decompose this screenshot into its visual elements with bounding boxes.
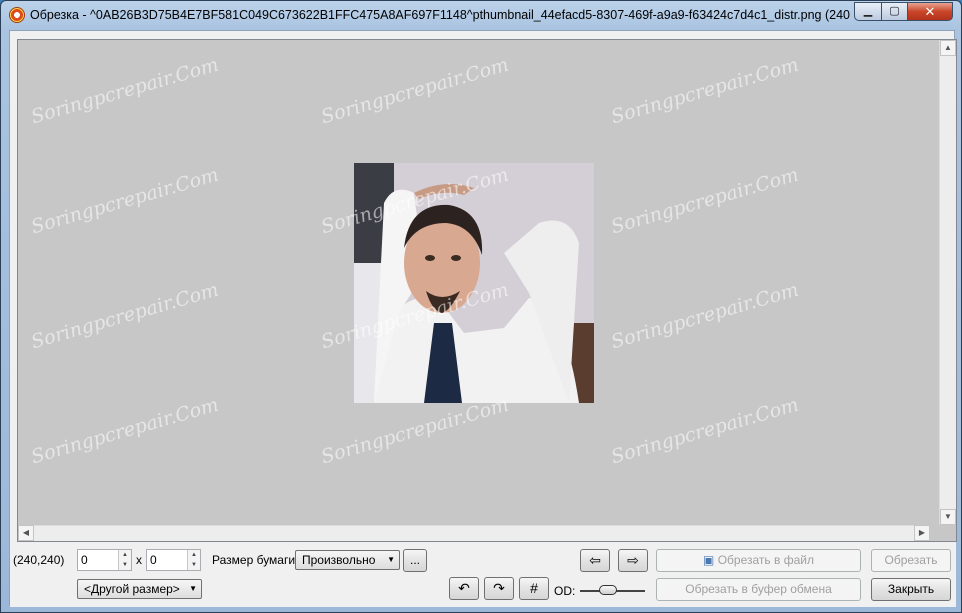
watermark: Soringpcrepair.Com <box>608 393 802 469</box>
close-label: Закрыть <box>887 582 935 596</box>
rotate-right-icon: ↷ <box>493 580 505 596</box>
rotate-left-button[interactable]: ↶ <box>449 577 479 600</box>
width-spinbox[interactable]: 0 ▲ ▼ <box>77 549 132 571</box>
window-title: Обрезка - ^0AB26B3D75B4E7BF581C049C67362… <box>30 8 850 22</box>
photo-illustration <box>354 163 594 403</box>
minimize-button[interactable]: ▁ <box>854 2 882 21</box>
canvas[interactable]: Soringpcrepair.Com Soringpcrepair.Com So… <box>18 40 930 525</box>
watermark: Soringpcrepair.Com <box>318 393 512 469</box>
crop-label: Обрезать <box>884 553 938 567</box>
scroll-left-icon[interactable]: ◀ <box>18 525 34 541</box>
crop-button[interactable]: Обрезать <box>871 549 951 572</box>
vertical-scrollbar[interactable]: ▲ ▼ <box>939 40 956 525</box>
close-icon: ✕ <box>924 4 936 19</box>
crop-to-file-button[interactable]: ▣ Обрезать в файл <box>656 549 861 572</box>
watermark: Soringpcrepair.Com <box>318 53 512 129</box>
watermark: Soringpcrepair.Com <box>608 278 802 354</box>
watermark: Soringpcrepair.Com <box>28 278 222 354</box>
maximize-button[interactable]: ▢ <box>881 2 908 21</box>
watermark: Soringpcrepair.Com <box>608 53 802 129</box>
paper-size-select[interactable]: Произвольно ▼ <box>295 550 400 570</box>
controls-panel: (240,240) 0 ▲ ▼ x 0 ▲ ▼ Размер бумаги: П… <box>10 542 956 607</box>
od-slider-thumb[interactable] <box>598 585 617 595</box>
width-up-icon[interactable]: ▲ <box>118 550 131 560</box>
grid-icon: # <box>530 580 538 596</box>
horizontal-scrollbar[interactable]: ◀ ▶ <box>18 525 930 541</box>
scroll-down-icon[interactable]: ▼ <box>940 509 956 525</box>
minimize-icon: ▁ <box>863 5 873 17</box>
close-window-button[interactable]: ✕ <box>907 2 953 21</box>
paper-size-label: Размер бумаги: <box>212 553 299 567</box>
paper-size-value: Произвольно <box>302 553 376 567</box>
rotate-left-icon: ↶ <box>458 580 470 596</box>
paper-size-more-button[interactable]: ... <box>403 549 427 572</box>
image-size-label: (240,240) <box>13 553 65 567</box>
width-down-icon[interactable]: ▼ <box>118 560 131 570</box>
prev-image-button[interactable]: ⇦ <box>580 549 610 572</box>
watermark: Soringpcrepair.Com <box>28 53 222 129</box>
maximize-icon: ▢ <box>889 5 900 17</box>
watermark: Soringpcrepair.Com <box>28 163 222 239</box>
image-viewport: Soringpcrepair.Com Soringpcrepair.Com So… <box>17 39 957 542</box>
other-size-select[interactable]: <Другой размер> ▼ <box>77 579 202 599</box>
other-size-value: <Другой размер> <box>84 582 180 596</box>
chevron-down-icon: ▼ <box>387 555 395 564</box>
floppy-disk-icon: ▣ <box>703 553 715 567</box>
grid-toggle-button[interactable]: # <box>519 577 549 600</box>
height-spinbox[interactable]: 0 ▲ ▼ <box>146 549 201 571</box>
height-up-icon[interactable]: ▲ <box>187 550 200 560</box>
crop-to-clipboard-label: Обрезать в буфер обмена <box>685 582 832 596</box>
height-down-icon[interactable]: ▼ <box>187 560 200 570</box>
arrow-right-icon: ⇨ <box>627 552 639 568</box>
scroll-right-icon[interactable]: ▶ <box>914 525 930 541</box>
od-label: OD: <box>554 584 576 598</box>
arrow-left-icon: ⇦ <box>589 552 601 568</box>
more-button-label: ... <box>409 553 420 567</box>
crop-to-clipboard-button[interactable]: Обрезать в буфер обмена <box>656 578 861 601</box>
watermark: Soringpcrepair.Com <box>28 393 222 469</box>
crop-window: Обрезка - ^0AB26B3D75B4E7BF581C049C67362… <box>0 0 962 613</box>
app-icon <box>9 7 25 23</box>
title-bar[interactable]: Обрезка - ^0AB26B3D75B4E7BF581C049C67362… <box>1 1 961 29</box>
crop-to-file-label: Обрезать в файл <box>717 553 814 567</box>
client-area: Soringpcrepair.Com Soringpcrepair.Com So… <box>9 30 957 607</box>
width-value: 0 <box>81 553 88 567</box>
next-image-button[interactable]: ⇨ <box>618 549 648 572</box>
chevron-down-icon: ▼ <box>189 584 197 593</box>
size-separator: x <box>136 553 142 567</box>
close-button[interactable]: Закрыть <box>871 578 951 601</box>
watermark: Soringpcrepair.Com <box>608 163 802 239</box>
image-preview[interactable] <box>354 163 594 403</box>
scroll-up-icon[interactable]: ▲ <box>940 40 956 56</box>
height-value: 0 <box>150 553 157 567</box>
rotate-right-button[interactable]: ↷ <box>484 577 514 600</box>
